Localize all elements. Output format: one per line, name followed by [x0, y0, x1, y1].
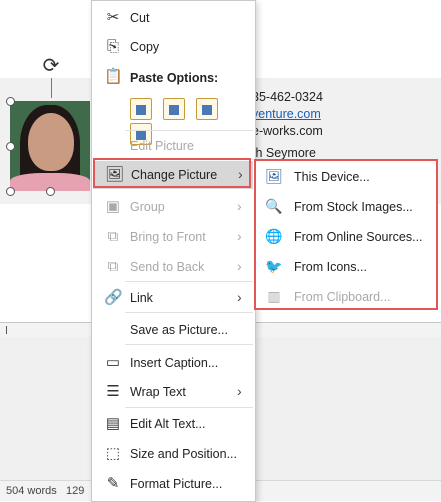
- chevron-right-icon: ›: [237, 198, 242, 214]
- submenu-item-label: From Clipboard...: [294, 290, 391, 304]
- rotate-handle-stem: [51, 78, 52, 98]
- chevron-right-icon: ›: [237, 228, 242, 244]
- menu-separator: [125, 312, 253, 313]
- menu-item-label: Send to Back: [130, 260, 205, 274]
- submenu-item-stock-images[interactable]: 🔍 From Stock Images...: [256, 192, 436, 221]
- menu-item-group[interactable]: ▣ Group ›: [92, 193, 255, 221]
- bring-to-front-icon: ⧉: [107, 228, 119, 245]
- menu-item-label: Group: [130, 200, 165, 214]
- contact-link[interactable]: venture.com: [252, 107, 321, 121]
- menu-item-format-picture[interactable]: ✎ Format Picture...: [92, 470, 255, 498]
- rotate-handle-icon[interactable]: ⟳: [40, 55, 62, 77]
- menu-item-label: Link: [130, 291, 153, 305]
- change-picture-highlight-outline: [93, 158, 251, 188]
- menu-item-label: Size and Position...: [130, 447, 238, 461]
- menu-separator: [125, 407, 253, 408]
- copy-icon: ⎘: [106, 38, 119, 55]
- contact-phone: 35-462-0324: [252, 90, 323, 104]
- menu-item-bring-to-front[interactable]: ⧉ Bring to Front ›: [92, 223, 255, 251]
- submenu-item-label: From Icons...: [294, 260, 367, 274]
- menu-item-label: Bring to Front: [130, 230, 206, 244]
- scissors-icon: ✂: [106, 9, 120, 26]
- menu-separator: [125, 281, 253, 282]
- link-icon: 🔗: [104, 289, 123, 306]
- selected-picture[interactable]: [6, 97, 94, 196]
- chevron-right-icon: ›: [237, 383, 242, 399]
- menu-item-label: Copy: [130, 40, 160, 54]
- menu-item-label: Insert Caption...: [130, 356, 219, 370]
- menu-item-label: Save as Picture...: [130, 323, 228, 337]
- submenu-item-this-device[interactable]: 🖼 This Device...: [256, 162, 436, 191]
- ruler-tick: [6, 326, 7, 334]
- menu-separator: [125, 344, 253, 345]
- change-picture-submenu: 🖼 This Device... 🔍 From Stock Images... …: [254, 159, 438, 310]
- menu-item-link[interactable]: 🔗 Link ›: [92, 284, 255, 312]
- submenu-item-online-sources[interactable]: 🌐 From Online Sources...: [256, 222, 436, 251]
- menu-item-size-and-position[interactable]: ⬚ Size and Position...: [92, 440, 255, 468]
- online-sources-icon: 🌐: [265, 228, 283, 244]
- menu-item-wrap-text[interactable]: ☰ Wrap Text ›: [92, 378, 255, 406]
- chevron-right-icon: ›: [237, 289, 242, 305]
- submenu-item-clipboard[interactable]: ▥ From Clipboard...: [256, 282, 436, 311]
- paste-keep-formatting-icon[interactable]: [130, 98, 152, 120]
- word-count[interactable]: 504 words: [6, 485, 57, 497]
- resize-handle-top-left[interactable]: [6, 97, 15, 106]
- contact-website: e-works.com: [252, 124, 323, 138]
- menu-item-send-to-back[interactable]: ⧉ Send to Back ›: [92, 253, 255, 281]
- menu-item-label: Wrap Text: [130, 385, 186, 399]
- menu-item-insert-caption[interactable]: ▭ Insert Caption...: [92, 349, 255, 377]
- submenu-item-label: From Online Sources...: [294, 230, 423, 244]
- menu-item-label: Format Picture...: [130, 477, 223, 491]
- menu-item-copy[interactable]: ⎘ Copy: [92, 33, 255, 61]
- menu-item-label: Cut: [130, 11, 150, 25]
- alt-text-icon: ▤: [105, 415, 121, 432]
- submenu-item-label: This Device...: [294, 170, 370, 184]
- icons-icon: 🐦: [265, 258, 283, 274]
- submenu-item-icons[interactable]: 🐦 From Icons...: [256, 252, 436, 281]
- photo-face: [28, 113, 74, 171]
- resize-handle-bottom[interactable]: [46, 187, 55, 196]
- resize-handle-left[interactable]: [6, 142, 15, 151]
- menu-item-cut[interactable]: ✂ Cut: [92, 4, 255, 32]
- contact-name: th Seymore: [252, 146, 316, 160]
- size-position-icon: ⬚: [105, 445, 121, 462]
- submenu-item-label: From Stock Images...: [294, 200, 413, 214]
- portrait-photo: [10, 101, 90, 191]
- chevron-right-icon: ›: [237, 258, 242, 274]
- paste-picture-icon[interactable]: [196, 98, 218, 120]
- menu-item-edit-picture[interactable]: Edit Picture: [92, 132, 255, 160]
- insert-caption-icon: ▭: [105, 354, 121, 371]
- menu-item-save-as-picture[interactable]: Save as Picture...: [92, 316, 255, 344]
- menu-item-edit-alt-text[interactable]: ▤ Edit Alt Text...: [92, 410, 255, 438]
- clipboard-picture-icon: ▥: [267, 288, 281, 304]
- device-icon: 🖼: [265, 168, 283, 184]
- format-picture-icon: ✎: [106, 475, 120, 492]
- resize-handle-bottom-left[interactable]: [6, 187, 15, 196]
- clipboard-icon: 📋: [104, 68, 123, 85]
- menu-item-label: Edit Picture: [130, 139, 194, 153]
- menu-separator: [125, 130, 253, 131]
- paste-options-row: [130, 98, 250, 145]
- paste-merge-formatting-icon[interactable]: [163, 98, 185, 120]
- send-to-back-icon: ⧉: [107, 258, 119, 275]
- group-icon: ▣: [105, 198, 121, 215]
- status-extra: 129: [66, 485, 85, 497]
- stock-images-icon: 🔍: [265, 198, 283, 214]
- menu-item-label: Edit Alt Text...: [130, 417, 206, 431]
- wrap-text-icon: ☰: [106, 383, 120, 400]
- paste-options-heading: Paste Options:: [130, 71, 219, 85]
- context-menu: ✂ Cut ⎘ Copy 📋 Paste Options: Edit Pictu…: [91, 0, 256, 502]
